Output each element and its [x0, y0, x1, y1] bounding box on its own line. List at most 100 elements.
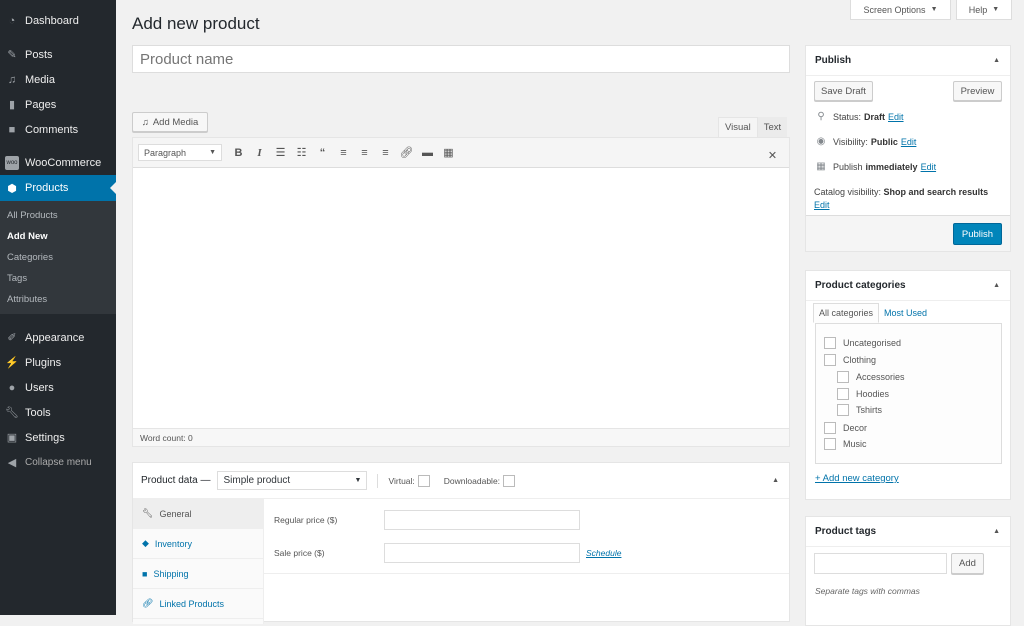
menu-tools[interactable]: 🔧︎ Tools [0, 400, 116, 425]
menu-pages[interactable]: ▮ Pages [0, 92, 116, 117]
submenu-tags[interactable]: Tags [0, 268, 116, 289]
menu-media[interactable]: ♫ Media [0, 67, 116, 92]
category-checkbox[interactable] [837, 388, 849, 400]
dashboard-icon: ◔ [8, 14, 16, 27]
menu-appearance[interactable]: ✐ Appearance [0, 325, 116, 350]
product-data-panel: Product data — Simple product ▼ Virtual: … [132, 462, 790, 624]
menu-users[interactable]: ● Users [0, 375, 116, 400]
menu-posts[interactable]: ✎ Posts [0, 42, 116, 67]
edit-schedule-link[interactable]: Edit [921, 162, 937, 172]
tab-shipping[interactable]: ■ Shipping [133, 559, 263, 589]
tab-all-categories[interactable]: All categories [813, 303, 880, 323]
help-button[interactable]: Help ▼ [956, 0, 1012, 20]
category-checkbox[interactable] [824, 438, 836, 450]
category-checkbox[interactable] [837, 371, 849, 383]
tab-most-used[interactable]: Most Used [879, 303, 932, 323]
menu-products[interactable]: ⬢ Products [0, 175, 116, 201]
menu-dashboard[interactable]: ◔ Dashboard [0, 8, 116, 33]
regular-price-input[interactable] [384, 510, 580, 530]
edit-visibility-link[interactable]: Edit [901, 137, 917, 147]
tab-visual[interactable]: Visual [718, 117, 758, 137]
tags-header[interactable]: Product tags ▲ [806, 517, 1010, 547]
woocommerce-icon: woo [5, 155, 19, 170]
italic-icon[interactable]: I [249, 143, 270, 163]
save-draft-button[interactable]: Save Draft [814, 81, 873, 101]
product-name-input[interactable] [132, 45, 790, 73]
format-select[interactable]: Paragraph ▼ [138, 144, 222, 161]
collapse-arrow-icon[interactable]: ▲ [993, 282, 1000, 289]
divider [377, 473, 379, 488]
collapse-arrow-icon[interactable]: ▲ [993, 57, 1000, 64]
fullscreen-icon[interactable]: ✕ [762, 145, 783, 165]
categories-header[interactable]: Product categories ▲ [806, 271, 1010, 301]
menu-plugins[interactable]: ⚡ Plugins [0, 350, 116, 375]
tab-general[interactable]: 🔧︎ General [133, 499, 263, 529]
add-new-category-link[interactable]: + Add new category [815, 473, 899, 484]
link-icon: 🔗︎ [142, 598, 154, 608]
edit-catalog-link[interactable]: Edit [814, 200, 830, 210]
submenu-add-new[interactable]: Add New [0, 226, 116, 247]
editor-toolbar: Paragraph ▼ B I ☰ ☷ “ ≡ ≡ ≡ 🔗︎ ▬ ▦ ✕ [133, 138, 789, 168]
toolbar-toggle-icon[interactable]: ▦ [438, 143, 459, 163]
sale-price-label: Sale price ($) [274, 548, 325, 558]
sale-price-input[interactable] [384, 543, 580, 563]
numbered-list-icon[interactable]: ☷ [291, 143, 312, 163]
virtual-checkbox[interactable] [417, 474, 430, 487]
category-checkbox[interactable] [824, 354, 836, 366]
align-center-icon[interactable]: ≡ [354, 143, 375, 163]
submenu-attributes[interactable]: Attributes [0, 289, 116, 310]
brush-icon: ✐ [7, 332, 17, 344]
product-type-select[interactable]: Simple product ▼ [217, 471, 368, 490]
preview-button[interactable]: Preview [953, 81, 1002, 101]
box-icon: ⬢ [7, 182, 17, 195]
tag-input[interactable] [814, 553, 947, 574]
bullet-list-icon[interactable]: ☰ [270, 143, 291, 163]
calendar-icon: ▦ [816, 161, 826, 172]
edit-status-link[interactable]: Edit [888, 112, 904, 122]
screen-options-button[interactable]: Screen Options ▼ [850, 0, 951, 20]
submenu-all-products[interactable]: All Products [0, 205, 116, 226]
align-right-icon[interactable]: ≡ [375, 143, 396, 163]
schedule-link[interactable]: Schedule [586, 548, 621, 558]
schedule-row: ▦ Publish immediately Edit [814, 161, 936, 172]
tag-icon: ◆ [142, 538, 149, 548]
downloadable-label: Downloadable: [443, 475, 501, 486]
menu-woocommerce[interactable]: woo WooCommerce [0, 150, 116, 175]
product-data-label: Product data — [141, 475, 211, 486]
category-checkbox[interactable] [824, 337, 836, 349]
pin-icon: ⚲ [817, 111, 825, 122]
page-title: Add new product [132, 14, 260, 33]
eye-icon: ◉ [816, 136, 826, 147]
read-more-icon[interactable]: ▬ [417, 143, 438, 163]
tab-inventory[interactable]: ◆ Inventory [133, 529, 263, 559]
sale-price-row: Sale price ($) Schedule [274, 543, 621, 563]
category-checkbox[interactable] [837, 404, 849, 416]
collapse-menu[interactable]: ◀ Collapse menu [0, 450, 116, 475]
media-icon: ♫ [7, 73, 17, 86]
content-editor: Paragraph ▼ B I ☰ ☷ “ ≡ ≡ ≡ 🔗︎ ▬ ▦ ✕ Word… [132, 137, 790, 447]
caret-down-icon: ▼ [209, 149, 216, 156]
tab-text[interactable]: Text [757, 117, 788, 137]
align-left-icon[interactable]: ≡ [333, 143, 354, 163]
publish-header[interactable]: Publish ▲ [806, 46, 1010, 76]
add-tag-button[interactable]: Add [951, 553, 984, 574]
publish-button[interactable]: Publish [953, 223, 1002, 245]
collapse-arrow-icon[interactable]: ▲ [772, 477, 779, 484]
submenu-categories[interactable]: Categories [0, 247, 116, 268]
downloadable-checkbox[interactable] [503, 474, 516, 487]
link-icon[interactable]: 🔗︎ [396, 143, 417, 163]
add-media-button[interactable]: ♫ Add Media [132, 112, 208, 132]
bold-icon[interactable]: B [228, 143, 249, 163]
caret-down-icon: ▼ [354, 477, 362, 484]
collapse-arrow-icon[interactable]: ▲ [993, 528, 1000, 535]
user-icon: ● [8, 381, 16, 394]
category-item: Accessories [837, 371, 905, 383]
virtual-label: Virtual: [388, 475, 415, 486]
category-tabs: All categories Most Used [813, 303, 932, 323]
menu-settings[interactable]: ▣ Settings [0, 425, 116, 450]
category-checkbox[interactable] [824, 422, 836, 434]
menu-comments[interactable]: ■ Comments [0, 117, 116, 142]
publish-box: Publish ▲ Save Draft Preview ⚲ Status: Draf… [805, 45, 1011, 252]
blockquote-icon[interactable]: “ [312, 143, 333, 163]
general-fields: Regular price ($) Sale price ($) Schedul… [264, 499, 789, 574]
